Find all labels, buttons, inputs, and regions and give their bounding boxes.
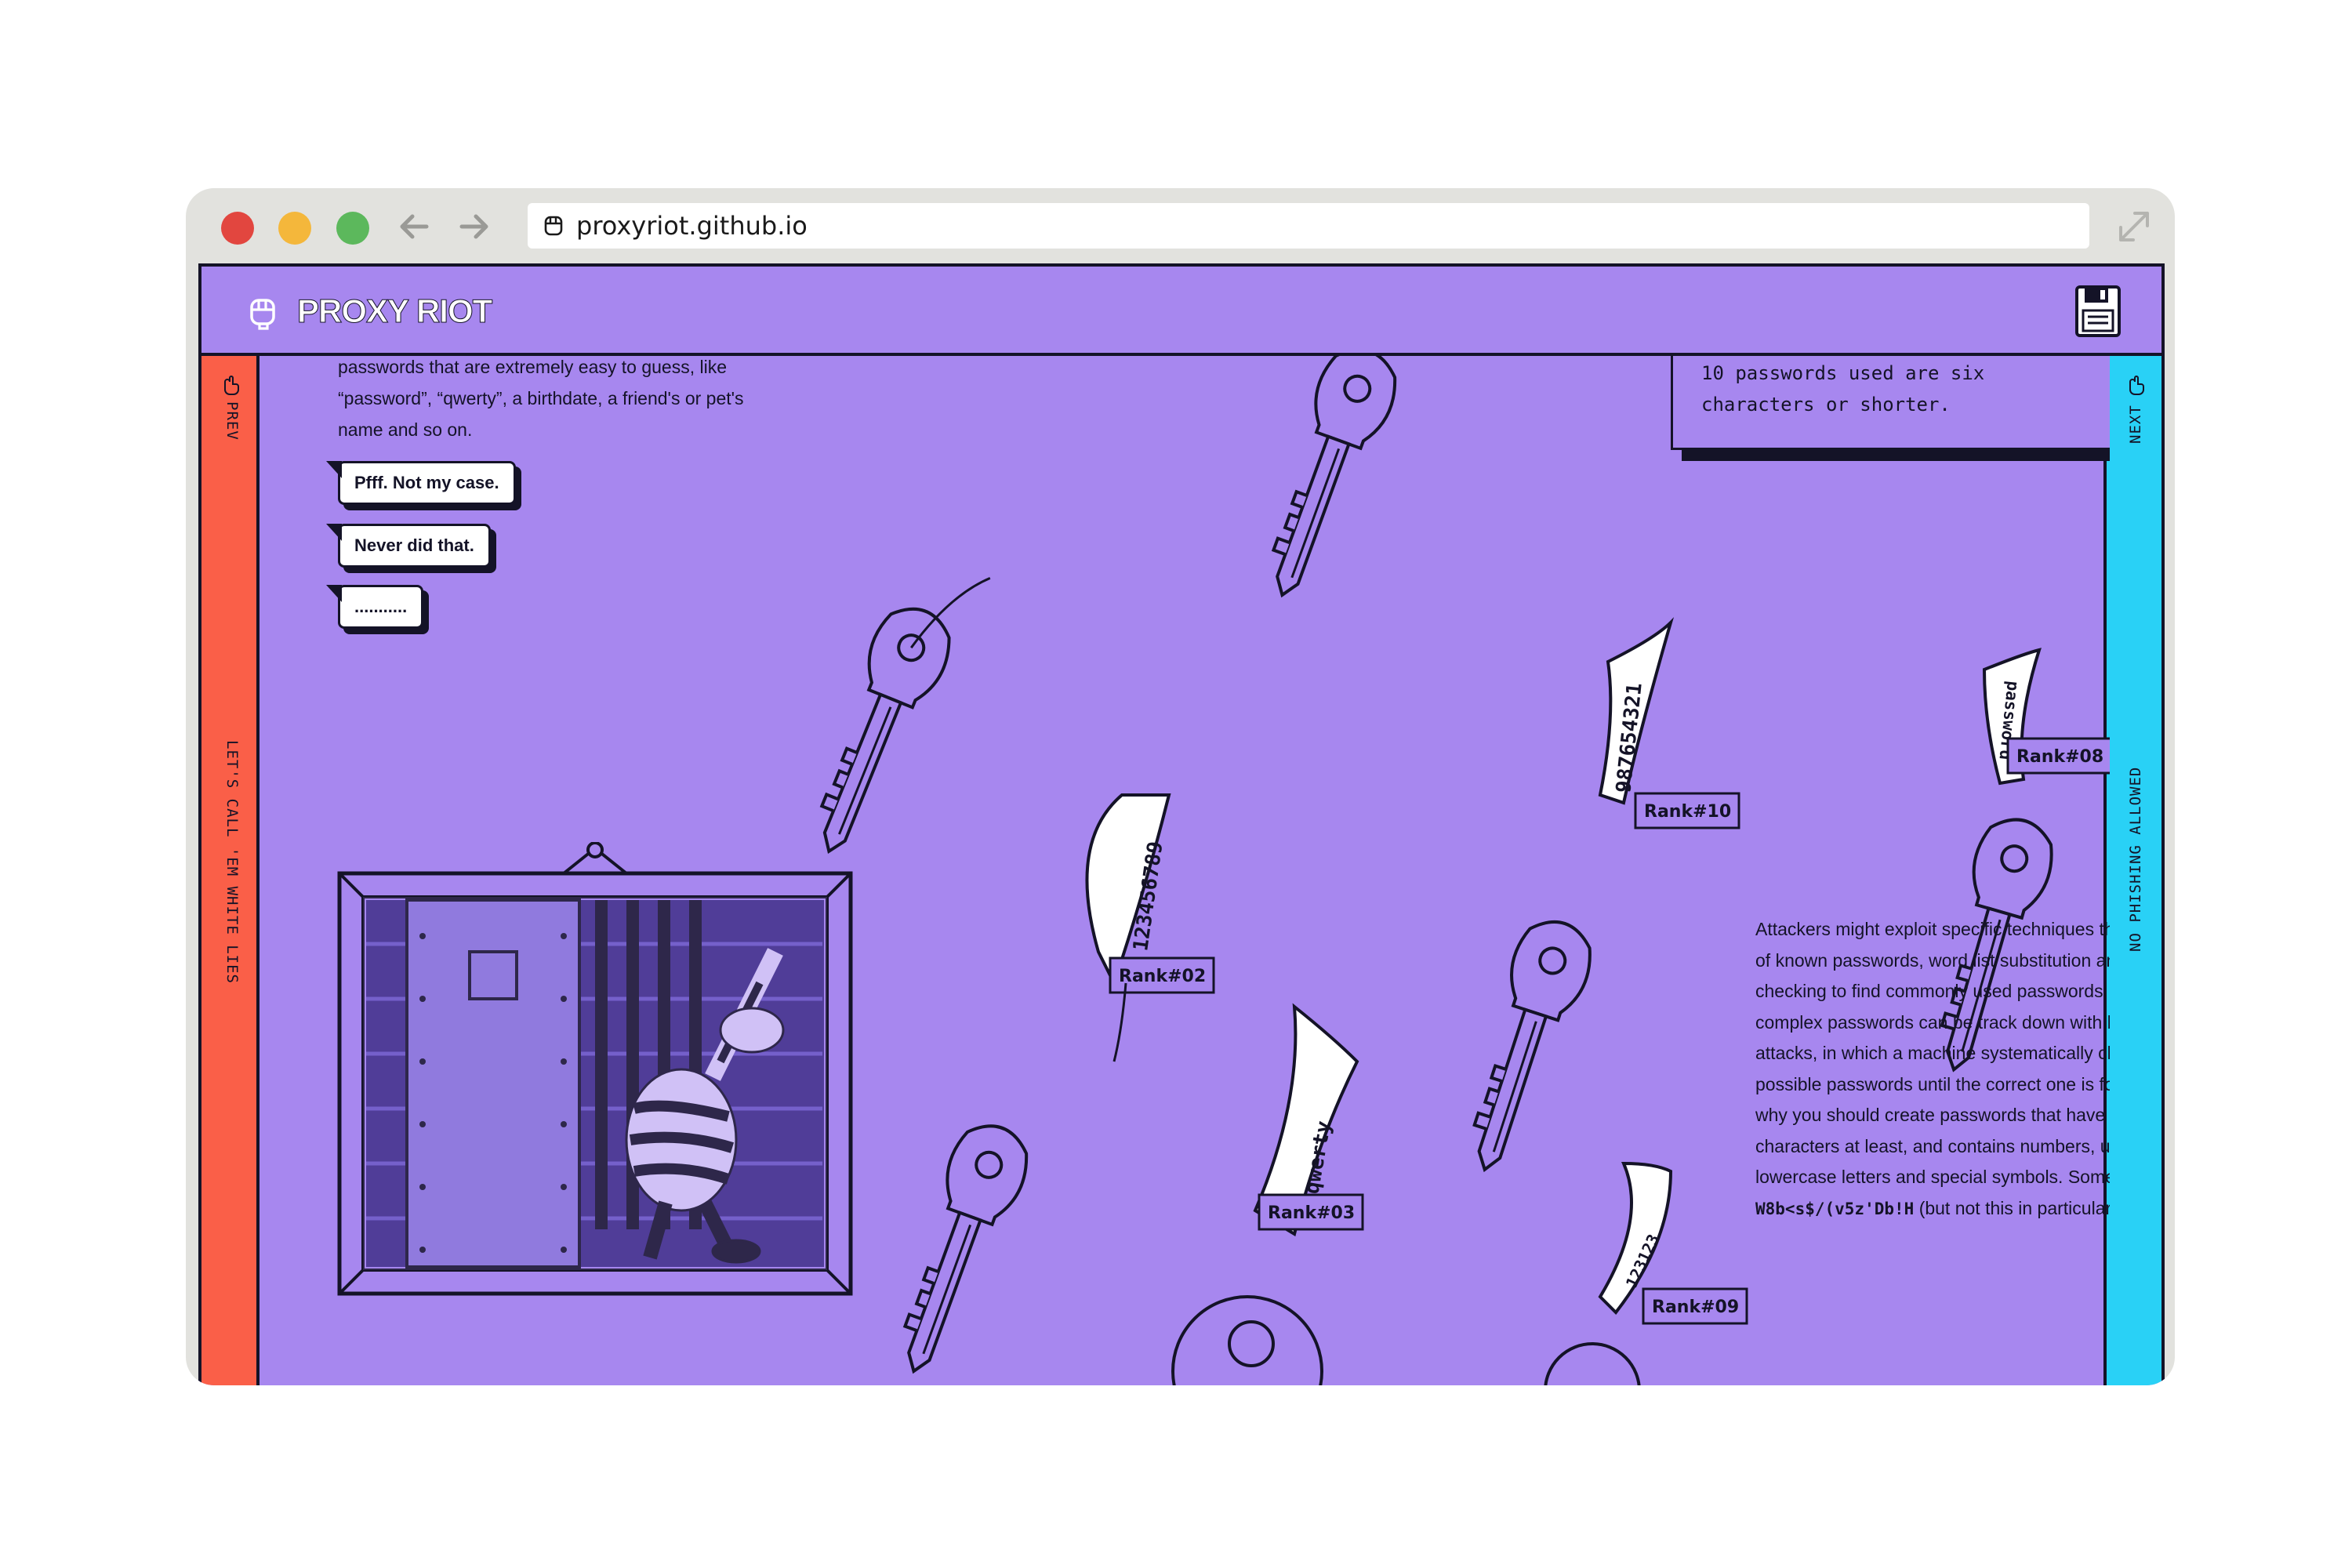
rank-label-08: Rank#08 <box>2006 737 2110 775</box>
floppy-disk-icon[interactable] <box>2074 284 2122 339</box>
speech-bubble-1: Pfff. Not my case. <box>326 461 516 505</box>
svg-text:Rank#02: Rank#02 <box>1119 967 1206 986</box>
rank-label-10: Rank#10 <box>1634 792 1740 829</box>
prev-section-label: LET'S CALL 'EM WHITE LIES <box>223 740 241 984</box>
password-note: (but not this in particular! <box>1918 1197 2110 1218</box>
expand-icon[interactable] <box>2114 207 2154 246</box>
svg-text:Rank#10: Rank#10 <box>1644 802 1731 822</box>
address-bar[interactable]: proxyriot.github.io <box>528 203 2089 249</box>
prev-label[interactable]: PREV <box>223 401 241 441</box>
site-fist-icon <box>544 216 563 236</box>
key-top-left <box>792 577 991 867</box>
speech-bubble-3: ........... <box>325 585 424 629</box>
rank-label-09: Rank#09 <box>1642 1287 1748 1325</box>
close-window-button[interactable] <box>221 212 254 245</box>
svg-text:Rank#03: Rank#03 <box>1268 1203 1355 1223</box>
url-text: proxyriot.github.io <box>576 211 808 241</box>
site-brand[interactable]: PROXY RIOT <box>296 292 492 330</box>
key-rank-02 <box>877 1113 1040 1385</box>
speech-bubble-2: Never did that. <box>326 524 491 568</box>
next-section-label: NO PHISHING ALLOWED <box>2127 766 2144 952</box>
framed-picture <box>337 842 853 1296</box>
prev-rail[interactable]: PREV LET'S CALL 'EM WHITE LIES <box>201 356 260 1385</box>
raised-fist-logo-icon[interactable] <box>245 296 280 330</box>
forward-arrow-icon[interactable] <box>452 205 495 248</box>
body-text: Attackers might exploit specific techniq… <box>1755 919 2110 1187</box>
website-viewport: PROXY RIOT PREV LET'S CALL 'EM WHITE LIE… <box>198 263 2165 1385</box>
svg-text:Rank#08: Rank#08 <box>2016 747 2103 767</box>
next-rail[interactable]: NEXT NO PHISHING ALLOWED <box>2103 356 2161 1385</box>
keyring-123123 <box>1544 1342 1641 1385</box>
key-rank-10 <box>1447 910 1602 1183</box>
body-paragraph: Attackers might exploit specific techniq… <box>1755 914 2110 1225</box>
back-arrow-icon[interactable] <box>394 205 436 248</box>
hand-pointer-icon <box>224 376 239 395</box>
minimize-window-button[interactable] <box>278 212 311 245</box>
key-top-center <box>1245 356 1408 610</box>
next-label[interactable]: NEXT <box>2127 405 2144 444</box>
rank-label-03: Rank#03 <box>1258 1193 1364 1231</box>
stat-callout: 10 passwords used are six characters or … <box>1671 356 2110 450</box>
password-example: W8b<s$/(v5z'Db!H <box>1755 1199 1915 1218</box>
maximize-window-button[interactable] <box>336 212 369 245</box>
main-content: 123456789 Rank#02 987654321 Rank#10 pass… <box>260 356 2110 1385</box>
intro-paragraph: passwords that are extremely easy to gue… <box>338 357 744 440</box>
browser-window: proxyriot.github.io PROXY RIOT PREV LET'… <box>186 188 2175 1385</box>
stat-text: 10 passwords used are six characters or … <box>1701 362 1985 416</box>
site-header: PROXY RIOT <box>201 267 2161 356</box>
hand-pointer-icon <box>2129 376 2144 395</box>
svg-text:Rank#09: Rank#09 <box>1652 1298 1739 1317</box>
